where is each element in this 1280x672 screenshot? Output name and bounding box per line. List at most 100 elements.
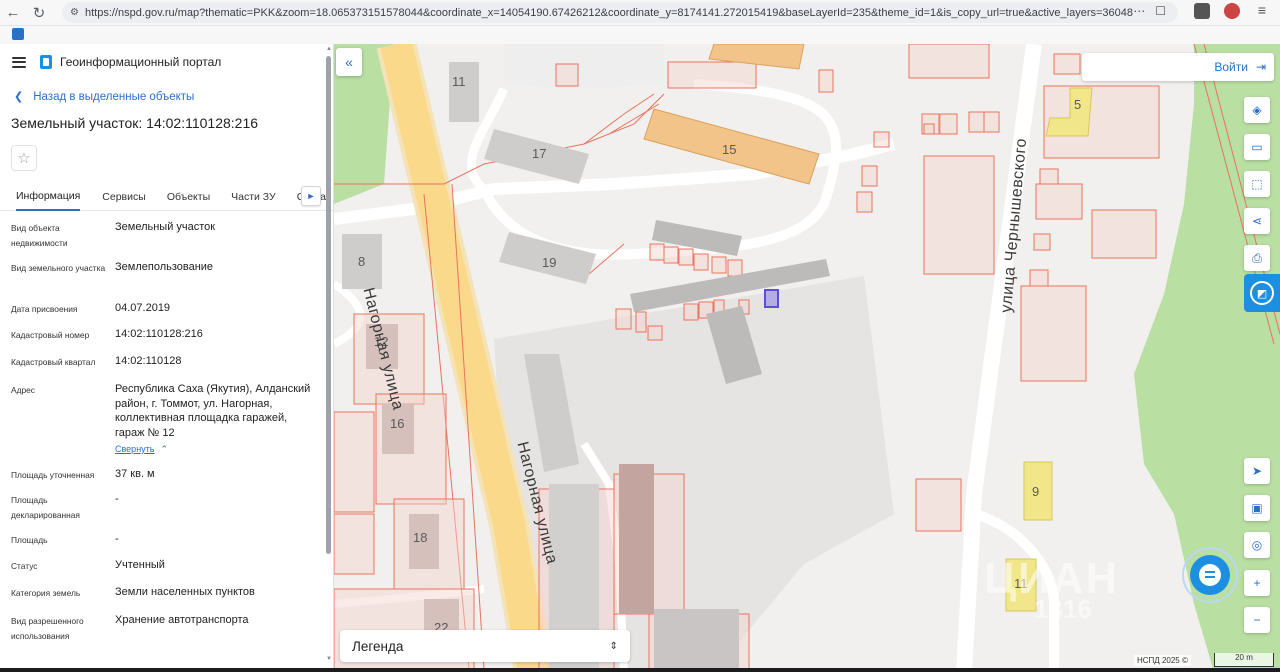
land-parcel — [334, 513, 375, 575]
chat-button[interactable] — [1182, 547, 1238, 603]
address-bar[interactable]: ⚙ https://nspd.gov.ru/map?thematic=PKK&z… — [62, 2, 1178, 23]
industrial-zone — [504, 44, 664, 89]
land-parcel — [908, 44, 990, 79]
expand-sort-icon: ⇕ — [609, 640, 618, 652]
property-label: Вид объекта недвижимости — [11, 223, 68, 248]
land-parcel — [615, 308, 632, 330]
chevron-up-icon: ⌃ — [160, 444, 169, 454]
scroll-up-icon[interactable]: ▲ — [326, 46, 332, 52]
property-label: Вид разрешенного использования — [11, 616, 84, 641]
bookmark-icon[interactable]: ☐ — [1155, 4, 1166, 18]
property-row: Кадастровый квартал 14:02:110128 — [0, 349, 333, 377]
chat-circle — [1190, 555, 1230, 595]
property-label: Площадь уточненная — [11, 470, 95, 480]
land-parcel — [334, 411, 375, 513]
back-arrow-icon[interactable]: ← — [0, 0, 26, 26]
site-info-icon[interactable]: ⚙ — [70, 7, 79, 18]
minimap-button[interactable]: ▣ — [1244, 495, 1270, 521]
land-parcel — [1020, 285, 1087, 382]
tab-parts[interactable]: Части ЗУ — [231, 183, 276, 211]
geolocation-button[interactable]: ◎ — [1244, 532, 1270, 558]
zoom-out-button[interactable]: − — [1244, 607, 1270, 633]
property-row: Адрес Республика Саха (Якутия), Алдански… — [0, 377, 333, 462]
menu-icon[interactable] — [12, 56, 26, 68]
scroll-down-icon[interactable]: ▼ — [326, 656, 332, 662]
property-label: Кадастровый квартал — [11, 357, 96, 367]
property-value: 14:02:110128 — [115, 355, 182, 367]
login-button[interactable]: Войти ⇥ — [1082, 53, 1274, 81]
property-row: Категория земель Земли населенных пункто… — [0, 580, 333, 608]
property-value: 04.07.2019 — [115, 302, 171, 314]
print-icon: ⎙ — [1252, 250, 1262, 265]
reload-icon[interactable]: ↻ — [26, 0, 52, 26]
property-label: Статус — [11, 561, 38, 571]
select-area-icon: ⬚ — [1251, 177, 1263, 191]
collapse-label: Свернуть — [115, 444, 155, 454]
browser-toolbar: ← ↻ ⚙ https://nspd.gov.ru/map?thematic=P… — [0, 0, 1280, 26]
land-parcel — [667, 61, 757, 89]
map-layer-icon: ◩ — [1250, 281, 1274, 305]
ellipsis-icon[interactable]: ⋯ — [1133, 4, 1145, 18]
extension-icon[interactable] — [1224, 3, 1240, 19]
tabs-scroll-right-icon[interactable]: ► — [301, 186, 321, 206]
legend-dropdown[interactable]: Легенда ⇕ — [340, 630, 630, 662]
active-layer-button[interactable]: ◩ — [1244, 274, 1280, 312]
back-link-label: Назад в выделенные объекты — [33, 90, 195, 103]
building-number: 9 — [1032, 484, 1040, 499]
back-to-selected-link[interactable]: ❮ Назад в выделенные объекты — [0, 80, 333, 104]
property-label: Категория земель — [11, 588, 81, 598]
zoom-in-button[interactable]: + — [1244, 570, 1270, 596]
favorite-star-icon[interactable]: ☆ — [11, 145, 37, 171]
land-parcel — [649, 243, 665, 261]
collapse-address-link[interactable]: Свернуть ⌃ — [115, 442, 315, 457]
ruler-icon: ▭ — [1251, 140, 1263, 154]
property-row: Площадь декларированная - — [0, 487, 333, 527]
tab-objects[interactable]: Объекты — [167, 183, 210, 211]
land-parcel — [923, 123, 935, 135]
collapse-sidebar-button[interactable]: « — [336, 48, 362, 76]
sidebar-scrollbar[interactable] — [326, 56, 331, 554]
map-graphics — [334, 44, 1280, 672]
building-number: 16 — [390, 416, 405, 431]
zoom-in-icon: + — [1253, 576, 1261, 590]
address-bar-actions: ⋯ ☐ — [1133, 4, 1166, 18]
map-canvas[interactable]: 11 17 15 5 8 19 12 16 18 22 9 11 Нагорна… — [334, 44, 1280, 672]
extension-icons: ≡ — [1194, 3, 1270, 19]
property-label: Кадастровый номер — [11, 330, 90, 340]
property-row: Площадь - — [0, 527, 333, 553]
layers-icon: ◈ — [1252, 103, 1262, 117]
map-scale: 20 m — [1214, 653, 1274, 667]
land-parcel — [647, 325, 663, 341]
building-number: 15 — [722, 142, 737, 157]
property-value: Республика Саха (Якутия), Алданский райо… — [115, 377, 315, 462]
layers-button[interactable]: ◈ — [1244, 97, 1270, 123]
property-value: 14:02:110128:216 — [115, 328, 203, 340]
portal-title: Геоинформационный портал — [60, 55, 222, 69]
land-parcel — [1035, 183, 1083, 220]
property-row: Площадь уточненная 37 кв. м — [0, 462, 333, 487]
land-parcel — [1039, 168, 1059, 185]
ruler-button[interactable]: ▭ — [1244, 134, 1270, 160]
menu-icon[interactable]: ≡ — [1254, 3, 1270, 19]
property-row: Вид объекта недвижимости Земельный участ… — [0, 215, 333, 255]
tab-services[interactable]: Сервисы — [102, 183, 146, 211]
property-value: Учтенный — [115, 559, 165, 571]
land-parcel — [923, 155, 995, 275]
land-parcel — [983, 111, 1000, 133]
bookmark-favicon-icon[interactable] — [12, 28, 24, 40]
tab-information[interactable]: Информация — [16, 183, 81, 211]
land-parcel — [727, 259, 743, 277]
select-area-button[interactable]: ⬚ — [1244, 171, 1270, 197]
land-parcel — [683, 303, 699, 321]
login-icon: ⇥ — [1255, 60, 1266, 74]
property-label: Адрес — [11, 385, 35, 395]
building-number: 11 — [452, 74, 466, 89]
print-button[interactable]: ⎙ — [1244, 245, 1270, 271]
share-button[interactable]: ⋖ — [1244, 208, 1270, 234]
locate-button[interactable]: ➤ — [1244, 458, 1270, 484]
building — [449, 62, 479, 122]
land-parcel — [915, 478, 962, 532]
extension-icon[interactable] — [1194, 3, 1210, 19]
sidebar-header: Геоинформационный портал — [0, 44, 333, 80]
map-attribution: НСПД 2025 © — [1134, 655, 1191, 666]
